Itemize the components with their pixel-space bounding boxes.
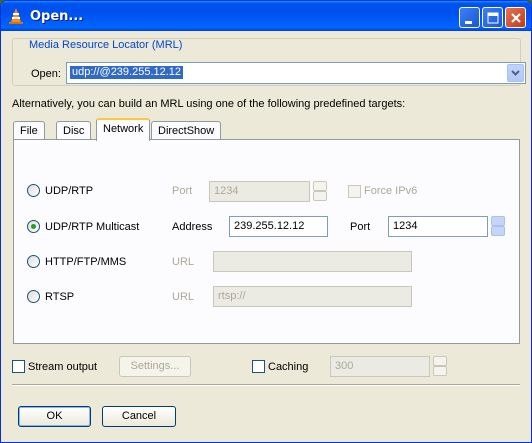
udp-port-label: Port — [172, 185, 193, 197]
vlc-cone-icon — [9, 8, 23, 24]
udp-port-field[interactable]: 1234 — [209, 181, 310, 202]
dialog-body: Media Resource Locator (MRL) Open: udp:/… — [4, 31, 528, 441]
multicast-port-spinner[interactable] — [491, 216, 505, 237]
network-tab-panel: UDP/RTP Port 1234 Force IPv6 UDP/RTP Mul… — [13, 139, 520, 344]
maximize-button[interactable] — [482, 7, 503, 28]
caching-field[interactable]: 300 — [330, 356, 430, 377]
tab-directshow[interactable]: DirectShow — [151, 121, 222, 140]
multicast-label: UDP/RTP Multicast — [45, 221, 140, 233]
close-icon — [511, 13, 521, 23]
window-title: Open... — [30, 9, 84, 24]
tab-label: DirectShow — [158, 125, 215, 137]
caching-spinner[interactable] — [433, 356, 447, 377]
stream-output-label: Stream output — [28, 361, 98, 373]
mrl-legend: Media Resource Locator (MRL) — [27, 39, 185, 51]
http-radio[interactable] — [27, 255, 40, 268]
udp-port-spinner[interactable] — [313, 181, 327, 202]
rtsp-label: RTSP — [45, 291, 75, 303]
mrl-combobox[interactable]: udp://@239.255.12.12 — [66, 62, 526, 84]
minimize-icon — [465, 21, 472, 24]
title-bar[interactable]: Open... — [1, 1, 531, 31]
rtsp-url-label: URL — [172, 291, 195, 303]
open-label: Open: — [31, 68, 61, 80]
address-input[interactable]: 239.255.12.12 — [229, 216, 328, 237]
tab-label: Network — [103, 123, 144, 135]
tab-label: Disc — [63, 125, 85, 137]
minimize-button[interactable] — [459, 7, 480, 28]
mrl-input[interactable]: udp://@239.255.12.12 — [70, 66, 184, 79]
udp-label: UDP/RTP — [45, 185, 94, 197]
rtsp-url-field[interactable]: rtsp:// — [213, 286, 412, 307]
ok-button[interactable]: OK — [18, 406, 91, 427]
separator — [12, 384, 520, 386]
open-dialog: Open... Media Resource Locator (MRL) Ope… — [0, 0, 532, 443]
dropdown-button[interactable] — [507, 64, 524, 82]
stream-output-checkbox[interactable] — [12, 360, 25, 373]
address-label: Address — [172, 221, 213, 233]
cancel-button[interactable]: Cancel — [102, 406, 176, 427]
udp-radio[interactable] — [27, 184, 40, 197]
http-url-label: URL — [172, 256, 195, 268]
tab-disc[interactable]: Disc — [56, 121, 92, 140]
multicast-radio[interactable] — [27, 220, 40, 233]
force-ipv6-checkbox[interactable] — [348, 185, 361, 198]
force-ipv6-label: Force IPv6 — [364, 185, 418, 197]
chevron-down-icon — [511, 70, 520, 76]
settings-button[interactable]: Settings... — [119, 356, 191, 377]
alternative-hint: Alternatively, you can build an MRL usin… — [12, 98, 406, 110]
tab-network[interactable]: Network — [96, 118, 151, 141]
rtsp-radio[interactable] — [27, 290, 40, 303]
caching-checkbox[interactable] — [252, 360, 265, 373]
close-button[interactable] — [505, 7, 526, 28]
tab-file[interactable]: File — [13, 121, 45, 140]
tab-label: File — [20, 125, 38, 137]
caching-label: Caching — [268, 361, 309, 373]
maximize-icon — [487, 12, 499, 24]
http-label: HTTP/FTP/MMS — [45, 256, 127, 268]
mrl-group: Media Resource Locator (MRL) Open: udp:/… — [12, 38, 526, 86]
multicast-port-label: Port — [350, 221, 371, 233]
multicast-port-input[interactable]: 1234 — [388, 216, 488, 237]
http-url-field[interactable] — [213, 251, 412, 272]
